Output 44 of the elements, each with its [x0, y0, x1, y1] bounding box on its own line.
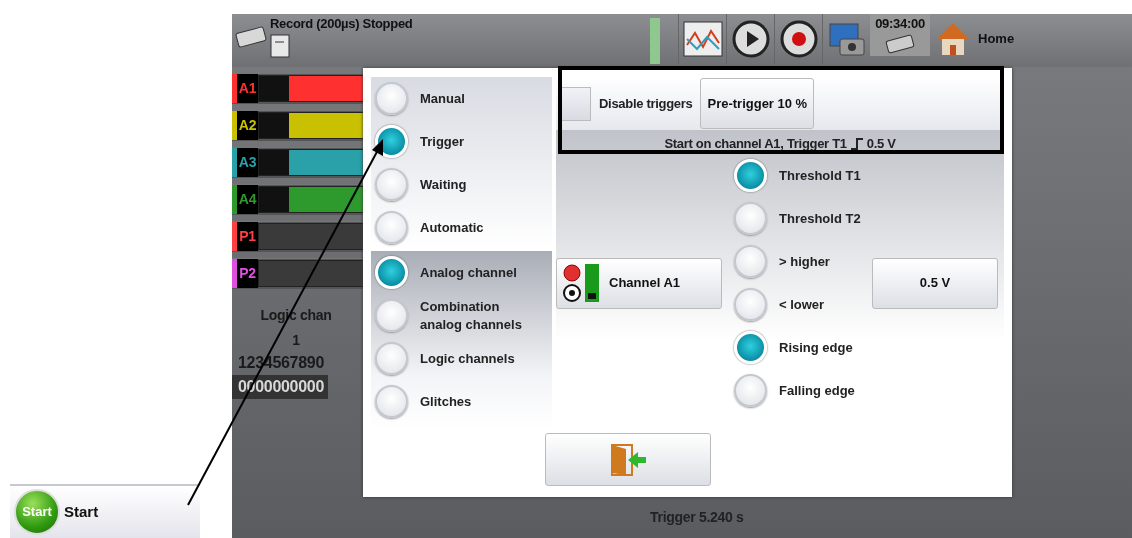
pre-trigger-button[interactable]: Pre-trigger 10 % — [700, 78, 815, 129]
logic-values-text: 0000000000 — [232, 375, 328, 399]
camera-icon — [827, 21, 866, 57]
start-icon: Start — [14, 489, 60, 535]
status-text: Record (200µs) Stopped — [270, 15, 414, 33]
home-button[interactable]: Home — [930, 14, 1021, 64]
connector-icon — [563, 263, 601, 303]
radio-option[interactable]: Glitches — [371, 380, 541, 423]
channel-button[interactable]: Channel A1 — [556, 257, 722, 309]
radio-option[interactable]: Combination analog channels — [371, 294, 541, 337]
radio-option[interactable]: Logic channels — [371, 337, 541, 380]
trigger-summary-text: Start on channel A1, Trigger T1 — [664, 134, 847, 153]
trigger-level-text: 0.5 V — [866, 134, 896, 153]
radio-option[interactable]: Waiting — [371, 163, 552, 206]
radio-option[interactable]: Falling edge — [730, 369, 872, 412]
radio-option[interactable]: Manual — [371, 77, 552, 120]
channel-label: P1 — [232, 222, 258, 251]
channel-label: A1 — [232, 74, 258, 103]
chart-icon — [682, 21, 723, 57]
record-icon — [779, 20, 818, 58]
channel-label: A2 — [232, 111, 258, 140]
battery-icon — [650, 18, 660, 64]
radio-option[interactable]: Threshold T2 — [730, 197, 872, 240]
radio-option[interactable]: Rising edge — [730, 326, 872, 369]
channel-label: A4 — [232, 185, 258, 214]
document-icon — [270, 33, 290, 58]
logic-index-text: 1 — [291, 331, 301, 350]
start-button[interactable]: Start Start — [10, 484, 200, 538]
radio-option[interactable]: Analog channel — [371, 251, 541, 294]
home-icon — [936, 21, 970, 57]
radio-option[interactable]: Automatic — [371, 206, 552, 249]
play-icon — [731, 20, 770, 58]
radio-option[interactable]: < lower — [730, 283, 872, 326]
clock-text: 09:34:00 — [875, 15, 925, 33]
disable-triggers-label: Disable triggers — [598, 94, 694, 113]
radio-option[interactable]: Threshold T1 — [730, 154, 872, 197]
threshold-value-button[interactable]: 0.5 V — [872, 257, 998, 309]
trigger-time-text: Trigger 5.240 s — [650, 508, 744, 527]
rising-edge-icon — [850, 137, 863, 150]
channel-label: A3 — [232, 148, 258, 177]
radio-option[interactable]: > higher — [730, 240, 872, 283]
channel-label: P2 — [232, 259, 258, 288]
chart-button[interactable] — [678, 14, 726, 64]
exit-button[interactable] — [544, 433, 711, 486]
